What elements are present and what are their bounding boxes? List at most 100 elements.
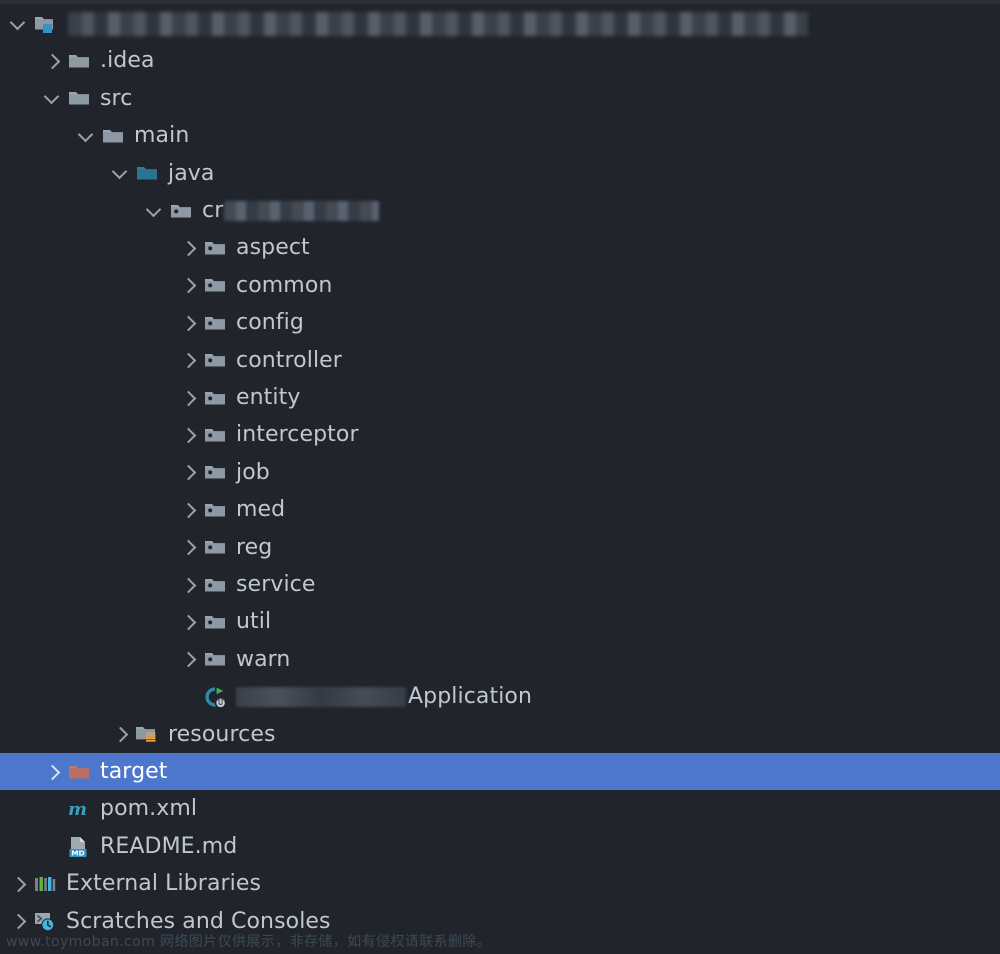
package-icon xyxy=(202,459,228,485)
tree-item-idea[interactable]: .idea xyxy=(0,42,1000,79)
package-icon xyxy=(168,198,194,224)
tree-item-controller[interactable]: controller xyxy=(0,342,1000,379)
chevron-right-icon[interactable] xyxy=(176,534,202,560)
redacted-text-block xyxy=(68,11,808,36)
tree-item-entity[interactable]: entity xyxy=(0,379,1000,416)
package-icon xyxy=(202,385,228,411)
tree-item-label: main xyxy=(134,123,190,149)
tree-item-label: Scratches and Consoles xyxy=(66,908,331,934)
project-tool-window: .idea src main java cr aspect common con… xyxy=(0,0,1000,954)
package-icon xyxy=(202,422,228,448)
tree-item-src[interactable]: src xyxy=(0,80,1000,117)
chevron-right-icon[interactable] xyxy=(176,422,202,448)
tree-item-label: warn xyxy=(236,646,291,672)
folder-icon xyxy=(66,85,92,111)
tree-item-util[interactable]: util xyxy=(0,603,1000,640)
excluded-folder-icon xyxy=(66,759,92,785)
tree-item-label: reg xyxy=(236,534,273,560)
tree-item-common[interactable]: common xyxy=(0,267,1000,304)
chevron-right-icon[interactable] xyxy=(176,235,202,261)
tree-item-label: cr xyxy=(202,198,224,223)
package-icon xyxy=(202,646,228,672)
tree-item-label: controller xyxy=(236,347,342,373)
tree-item-reg[interactable]: reg xyxy=(0,529,1000,566)
tree-item-java[interactable]: java xyxy=(0,155,1000,192)
tree-item-label: Application xyxy=(408,684,533,710)
tree-item-job[interactable]: job xyxy=(0,454,1000,491)
tree-item-resources[interactable]: resources xyxy=(0,716,1000,753)
chevron-down-icon[interactable] xyxy=(108,160,134,186)
tree-item-label: util xyxy=(236,609,272,635)
tree-item-external-libraries[interactable]: External Libraries xyxy=(0,865,1000,902)
package-icon xyxy=(202,272,228,298)
package-icon xyxy=(202,310,228,336)
chevron-down-icon[interactable] xyxy=(40,85,66,111)
chevron-down-icon[interactable] xyxy=(74,123,100,149)
spring-boot-run-icon xyxy=(202,684,228,710)
tree-item-label: job xyxy=(236,459,270,485)
tree-item-label: common xyxy=(236,272,333,298)
chevron-placeholder xyxy=(40,796,66,822)
resources-root-icon xyxy=(134,721,160,747)
tree-item-label: target xyxy=(100,759,168,784)
tree-item-label: src xyxy=(100,85,133,111)
tree-item-warn[interactable]: warn xyxy=(0,641,1000,678)
tree-item-label: resources xyxy=(168,721,276,747)
tree-item-label: pom.xml xyxy=(100,796,198,822)
watermark-text: www.toymoban.com 网络图片仅供展示，非存储，如有侵权请联系删除。 xyxy=(6,934,492,950)
tree-item-med[interactable]: med xyxy=(0,491,1000,528)
chevron-right-icon[interactable] xyxy=(40,48,66,74)
module-folder-icon xyxy=(32,11,58,37)
package-icon xyxy=(202,347,228,373)
chevron-right-icon[interactable] xyxy=(176,385,202,411)
chevron-right-icon[interactable] xyxy=(6,871,32,897)
chevron-right-icon[interactable] xyxy=(176,572,202,598)
chevron-right-icon[interactable] xyxy=(176,646,202,672)
redacted-text-block xyxy=(236,686,406,707)
tree-item-aspect[interactable]: aspect xyxy=(0,229,1000,266)
tree-item-label: .idea xyxy=(100,48,155,74)
chevron-right-icon[interactable] xyxy=(176,347,202,373)
tree-item-base-package[interactable]: cr xyxy=(0,192,1000,229)
tree-item-label: aspect xyxy=(236,235,310,261)
folder-icon xyxy=(100,123,126,149)
tree-item-label: README.md xyxy=(100,833,238,859)
chevron-right-icon[interactable] xyxy=(176,497,202,523)
tree-item-readme-md[interactable]: MD README.md xyxy=(0,828,1000,865)
package-icon xyxy=(202,497,228,523)
tree-item-config[interactable]: config xyxy=(0,304,1000,341)
chevron-right-icon[interactable] xyxy=(176,459,202,485)
tree-item-application-class[interactable]: Application xyxy=(0,678,1000,715)
tree-item-label: med xyxy=(236,497,286,523)
tree-item-label: config xyxy=(236,310,304,336)
redacted-text-block xyxy=(224,200,380,221)
tree-item-label: entity xyxy=(236,385,301,410)
chevron-right-icon[interactable] xyxy=(176,310,202,336)
chevron-placeholder xyxy=(176,684,202,710)
tree-item-pom-xml[interactable]: m pom.xml xyxy=(0,790,1000,827)
tree-item-project-root[interactable] xyxy=(0,5,1000,42)
maven-file-icon: m xyxy=(66,796,92,822)
markdown-file-icon: MD xyxy=(66,833,92,859)
package-icon xyxy=(202,609,228,635)
chevron-down-icon[interactable] xyxy=(6,11,32,37)
external-libraries-icon xyxy=(32,871,58,897)
package-icon xyxy=(202,235,228,261)
chevron-down-icon[interactable] xyxy=(142,198,168,224)
chevron-right-icon[interactable] xyxy=(40,759,66,785)
tree-item-service[interactable]: service xyxy=(0,566,1000,603)
folder-icon xyxy=(66,48,92,74)
svg-text:m: m xyxy=(68,799,87,820)
sources-root-icon xyxy=(134,160,160,186)
tree-item-main[interactable]: main xyxy=(0,117,1000,154)
tree-item-label: java xyxy=(168,160,215,186)
tree-item-label: External Libraries xyxy=(66,871,262,897)
chevron-right-icon[interactable] xyxy=(108,721,134,747)
tree-item-label: service xyxy=(236,572,316,597)
package-icon xyxy=(202,572,228,598)
tree-item-target[interactable]: target xyxy=(0,753,1000,790)
chevron-placeholder xyxy=(40,833,66,859)
tree-item-interceptor[interactable]: interceptor xyxy=(0,416,1000,453)
chevron-right-icon[interactable] xyxy=(176,609,202,635)
chevron-right-icon[interactable] xyxy=(176,272,202,298)
